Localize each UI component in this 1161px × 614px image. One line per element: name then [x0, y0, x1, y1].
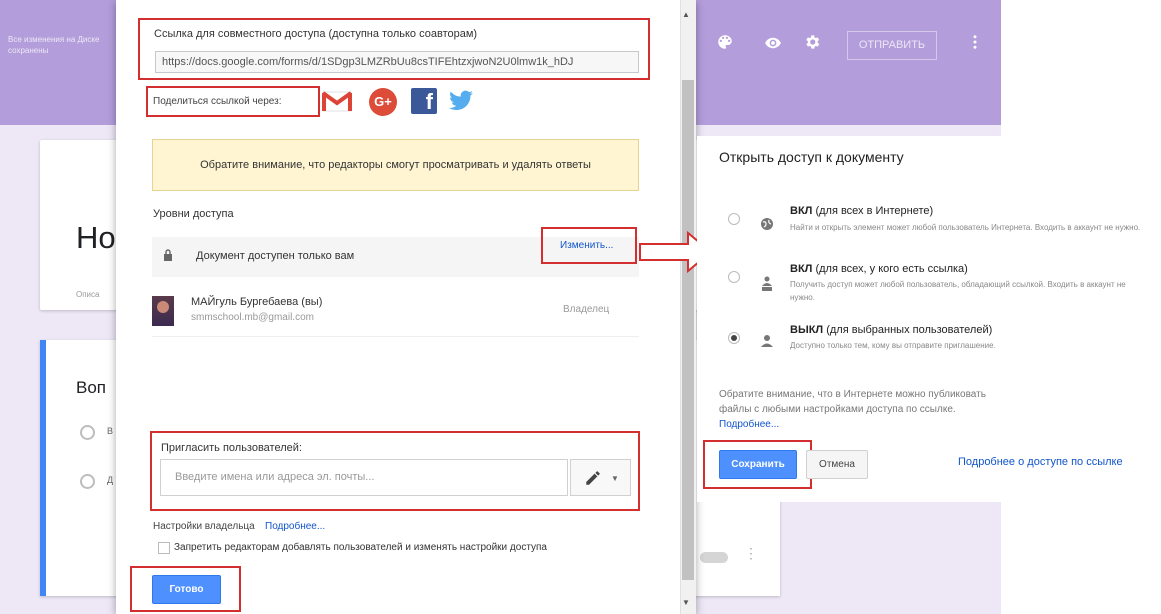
person-icon — [760, 334, 774, 348]
option-link-radio[interactable] — [728, 271, 740, 283]
scrollbar-thumb[interactable] — [682, 80, 694, 580]
restrict-editors-checkbox[interactable] — [158, 542, 170, 554]
highlight-done — [130, 566, 241, 612]
twitter-icon[interactable] — [446, 88, 476, 114]
option-public-title: ВКЛ (для всех в Интернете) — [790, 205, 934, 217]
option-private-radio[interactable] — [728, 332, 740, 344]
scroll-down-icon[interactable]: ▼ — [682, 598, 690, 607]
access-levels-label: Уровни доступа — [153, 208, 234, 220]
restrict-editors-label: Запретить редакторам добавлять пользоват… — [174, 542, 547, 553]
facebook-icon[interactable]: f — [411, 88, 437, 114]
eye-icon[interactable] — [764, 34, 782, 52]
link-people-icon — [760, 276, 774, 291]
highlight-save — [703, 440, 812, 489]
form-description[interactable]: Описа — [76, 290, 99, 299]
highlight-link — [138, 18, 650, 80]
owner-name: МАЙгуль Бургебаева (вы) — [191, 296, 323, 308]
option-public-radio[interactable] — [728, 213, 740, 225]
question-option-1: В — [107, 426, 114, 436]
option-public-desc: Найти и открыть элемент может любой поль… — [790, 223, 1141, 232]
highlight-share-label — [146, 86, 320, 117]
panel-note: Обратите внимание, что в Интернете можно… — [719, 389, 986, 430]
more-vert-icon[interactable] — [966, 33, 984, 51]
access-level-text: Документ доступен только вам — [196, 250, 355, 262]
question-more-icon[interactable]: ⋮ — [744, 545, 758, 562]
cancel-button[interactable]: Отмена — [806, 450, 868, 479]
saved-notice: Все изменения на Диске сохранены — [8, 35, 100, 55]
highlight-change — [541, 227, 637, 264]
question-option-2: Д — [107, 475, 114, 485]
question-radio-1[interactable] — [80, 425, 95, 440]
gmail-icon[interactable] — [321, 90, 353, 112]
option-private-title: ВЫКЛ (для выбранных пользователей) — [790, 324, 993, 336]
required-toggle[interactable] — [700, 552, 728, 563]
palette-icon[interactable] — [716, 33, 734, 51]
divider — [152, 336, 639, 337]
lock-icon — [163, 248, 173, 261]
globe-icon — [760, 217, 774, 231]
panel-note-more-link[interactable]: Подробнее... — [719, 419, 779, 430]
owner-settings-more-link[interactable]: Подробнее... — [265, 521, 325, 532]
google-plus-icon[interactable]: G+ — [369, 88, 397, 116]
option-link-title: ВКЛ (для всех, у кого есть ссылка) — [790, 263, 968, 275]
avatar — [152, 296, 174, 326]
gear-icon[interactable] — [803, 33, 821, 51]
option-private-desc: Доступно только тем, кому вы отправите п… — [790, 341, 996, 350]
highlight-invite — [150, 431, 640, 511]
send-button[interactable]: ОТПРАВИТЬ — [847, 31, 937, 60]
owner-settings-label: Настройки владельца — [153, 521, 255, 532]
question-title[interactable]: Воп — [76, 378, 106, 398]
scroll-up-icon[interactable]: ▲ — [682, 10, 690, 19]
editors-notice: Обратите внимание, что редакторы смогут … — [152, 139, 639, 191]
question-radio-2[interactable] — [80, 474, 95, 489]
link-sharing-more-link[interactable]: Подробнее о доступе по ссылке — [958, 456, 1123, 468]
radio-selected-dot — [731, 335, 737, 341]
option-link-desc: Получить доступ может любой пользователь… — [790, 280, 1126, 302]
panel-title: Открыть доступ к документу — [719, 149, 904, 165]
owner-email: smmschool.mb@gmail.com — [191, 312, 314, 323]
form-title[interactable]: Но — [76, 220, 116, 256]
owner-role: Владелец — [563, 304, 610, 315]
